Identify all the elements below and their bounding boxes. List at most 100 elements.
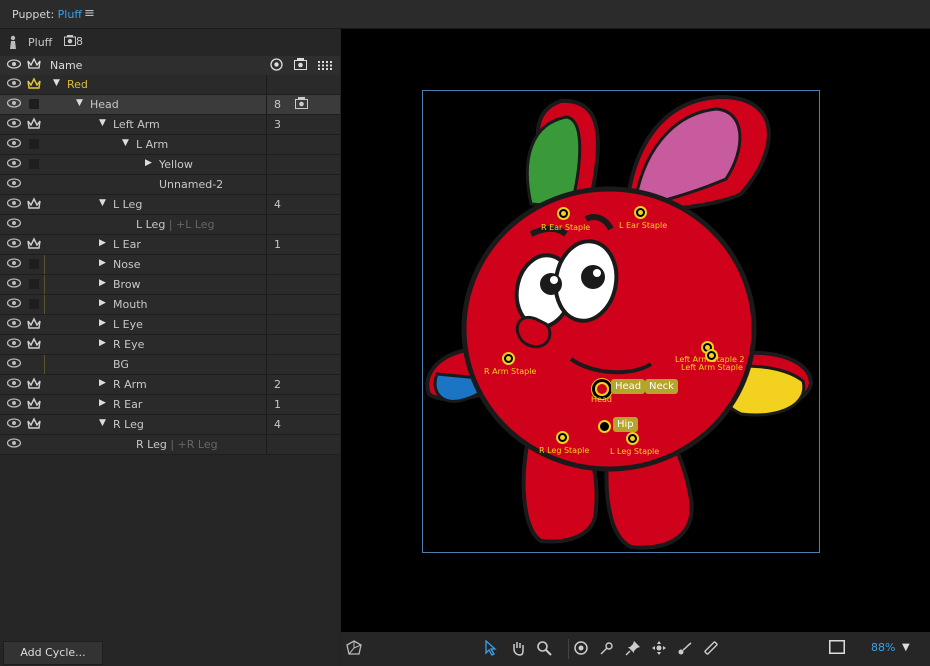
- crown-icon[interactable]: [27, 417, 41, 431]
- crown-icon[interactable]: [27, 237, 41, 251]
- scene-canvas[interactable]: R Ear Staple L Ear Staple R Arm Staple Left…: [341, 29, 930, 632]
- layer-row[interactable]: ▼ L Arm: [0, 135, 340, 155]
- layer-row[interactable]: BG: [0, 355, 340, 375]
- expand-triangle-icon[interactable]: ▼: [122, 138, 129, 148]
- crown-icon[interactable]: [27, 377, 41, 391]
- hand-tool-icon[interactable]: [510, 640, 526, 660]
- staple-handle[interactable]: [502, 352, 515, 365]
- zoom-dropdown-icon[interactable]: ▼: [902, 642, 910, 653]
- sticky-tool-icon[interactable]: [703, 640, 719, 660]
- eye-icon[interactable]: [6, 198, 22, 210]
- head-origin-icon[interactable]: [595, 382, 609, 396]
- layer-row[interactable]: Unnamed-2: [0, 175, 340, 195]
- tag-neck_tag[interactable]: Neck: [645, 379, 678, 394]
- tag-head_tag[interactable]: Head: [611, 379, 646, 394]
- staple-handle[interactable]: [626, 432, 639, 445]
- panel-menu-icon[interactable]: ≡: [84, 6, 95, 21]
- eye-icon[interactable]: [6, 358, 22, 370]
- triggers-column-icon[interactable]: [318, 60, 333, 73]
- collapse-triangle-icon[interactable]: ▶: [99, 278, 106, 288]
- eye-icon[interactable]: [6, 418, 22, 430]
- crown-column-icon[interactable]: [27, 57, 41, 73]
- expand-triangle-icon[interactable]: ▼: [76, 98, 83, 108]
- eye-icon[interactable]: [6, 338, 22, 350]
- collapse-triangle-icon[interactable]: ▶: [99, 398, 106, 408]
- independence-toggle[interactable]: [29, 259, 39, 269]
- expand-triangle-icon[interactable]: ▼: [99, 118, 106, 128]
- layer-row[interactable]: ▶ L Ear 1: [0, 235, 340, 255]
- collapse-triangle-icon[interactable]: ▶: [99, 318, 106, 328]
- collapse-triangle-icon[interactable]: ▶: [99, 258, 106, 268]
- eye-icon[interactable]: [6, 178, 22, 190]
- origin-column-icon[interactable]: [270, 58, 283, 74]
- layer-row[interactable]: ▶ Nose: [0, 255, 340, 275]
- crown-icon[interactable]: [27, 397, 41, 411]
- layer-row[interactable]: L Leg | +L Leg: [0, 215, 340, 235]
- crown-icon[interactable]: [27, 317, 41, 331]
- crown-icon[interactable]: [27, 77, 41, 91]
- layer-row[interactable]: ▼ Head 8: [0, 95, 340, 115]
- eye-icon[interactable]: [6, 98, 22, 110]
- expand-triangle-icon[interactable]: ▼: [53, 78, 60, 88]
- eye-icon[interactable]: [6, 318, 22, 330]
- layer-row[interactable]: ▶ R Eye: [0, 335, 340, 355]
- hip-handle[interactable]: [598, 420, 611, 433]
- staple-handle[interactable]: [556, 431, 569, 444]
- layer-row[interactable]: ▶ Mouth: [0, 295, 340, 315]
- eye-icon[interactable]: [6, 438, 22, 450]
- eye-icon[interactable]: [6, 158, 22, 170]
- eye-icon[interactable]: [6, 398, 22, 410]
- crown-icon[interactable]: [27, 337, 41, 351]
- independence-toggle[interactable]: [29, 159, 39, 169]
- crown-icon[interactable]: [27, 117, 41, 131]
- independence-toggle[interactable]: [29, 139, 39, 149]
- expand-triangle-icon[interactable]: ▼: [99, 198, 106, 208]
- eye-icon[interactable]: [6, 78, 22, 90]
- collapse-triangle-icon[interactable]: ▶: [99, 298, 106, 308]
- independence-toggle[interactable]: [29, 299, 39, 309]
- layer-row[interactable]: R Leg | +R Leg: [0, 435, 340, 455]
- canvas-mode-icon[interactable]: [346, 640, 362, 660]
- layer-row[interactable]: ▼ Left Arm 3: [0, 115, 340, 135]
- background-toggle-icon[interactable]: [829, 640, 845, 658]
- crown-icon[interactable]: [27, 197, 41, 211]
- eye-icon[interactable]: [6, 118, 22, 130]
- layer-row[interactable]: ▶ R Arm 2: [0, 375, 340, 395]
- staple-handle[interactable]: [557, 207, 570, 220]
- layer-row[interactable]: ▼ L Leg 4: [0, 195, 340, 215]
- eye-icon[interactable]: [6, 298, 22, 310]
- collapse-triangle-icon[interactable]: ▶: [99, 378, 106, 388]
- layer-row[interactable]: ▶ Yellow: [0, 155, 340, 175]
- layer-row[interactable]: ▶ R Ear 1: [0, 395, 340, 415]
- collapse-triangle-icon[interactable]: ▶: [99, 238, 106, 248]
- dragger-tool-icon[interactable]: [599, 640, 615, 660]
- collapse-triangle-icon[interactable]: ▶: [145, 158, 152, 168]
- eye-icon[interactable]: [6, 218, 22, 230]
- layer-row[interactable]: ▶ Brow: [0, 275, 340, 295]
- eye-icon[interactable]: [6, 238, 22, 250]
- select-tool-icon[interactable]: [484, 639, 498, 660]
- zoom-level[interactable]: 88%: [871, 641, 895, 654]
- layer-row[interactable]: ▼ R Leg 4: [0, 415, 340, 435]
- zoom-tool-icon[interactable]: [536, 640, 552, 660]
- handle-tool-icon[interactable]: [651, 640, 667, 660]
- eye-icon[interactable]: [6, 258, 22, 270]
- eye-icon[interactable]: [6, 378, 22, 390]
- layer-row[interactable]: ▼ Red: [0, 75, 340, 95]
- add-cycle-button[interactable]: Add Cycle...: [3, 641, 103, 665]
- camera-column-icon[interactable]: [294, 58, 307, 73]
- eye-icon[interactable]: [6, 138, 22, 150]
- pin-tool-icon[interactable]: [625, 640, 641, 660]
- stick-tool-icon[interactable]: [677, 640, 693, 660]
- eye-icon[interactable]: [6, 278, 22, 290]
- independence-toggle[interactable]: [29, 99, 39, 109]
- staple-handle[interactable]: [634, 206, 647, 219]
- tag-hip_tag[interactable]: Hip: [613, 417, 638, 432]
- independence-toggle[interactable]: [29, 279, 39, 289]
- name-column-header[interactable]: Name: [50, 59, 82, 72]
- staple-handle[interactable]: [705, 349, 718, 362]
- eye-column-icon[interactable]: [6, 59, 22, 72]
- layer-row[interactable]: ▶ L Eye: [0, 315, 340, 335]
- expand-triangle-icon[interactable]: ▼: [99, 418, 106, 428]
- origin-tool-icon[interactable]: [573, 640, 589, 660]
